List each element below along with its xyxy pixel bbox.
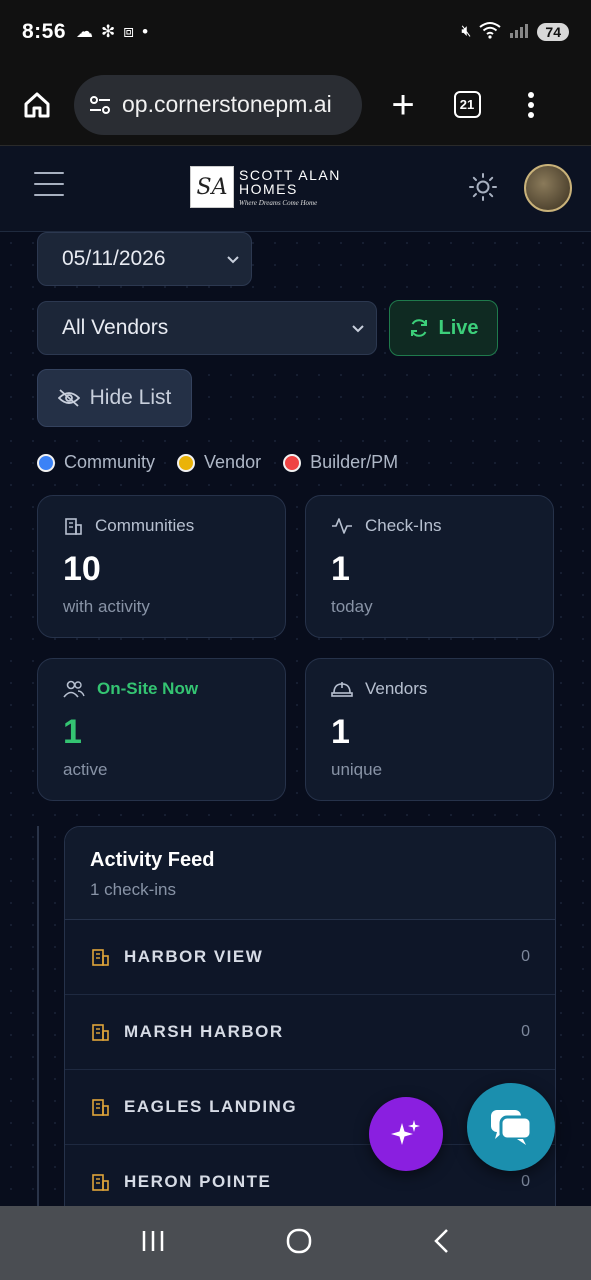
activity-pulse-icon (332, 518, 352, 534)
fan-icon: ✻ (101, 22, 116, 41)
hard-hat-icon (331, 682, 353, 697)
legend-vendor: Vendor (177, 452, 261, 473)
stat-title: Vendors (365, 679, 428, 698)
feed-subtitle: 1 check-ins (90, 880, 176, 899)
stat-value: 1 (331, 550, 350, 588)
home-icon[interactable] (16, 84, 58, 126)
vendor-select[interactable]: All Vendors (37, 301, 377, 355)
feed-title: Activity Feed (90, 849, 215, 871)
hide-list-button[interactable]: Hide List (37, 369, 192, 427)
stat-card-onsite: On-Site Now 1 active (37, 658, 286, 801)
stat-card-communities: Communities 10 with activity (37, 495, 286, 638)
vendor-value: All Vendors (62, 316, 169, 339)
building-icon (92, 949, 109, 966)
brand-line1: SCOTT ALAN (239, 166, 341, 183)
community-name: HARBOR VIEW (124, 947, 264, 966)
user-avatar[interactable] (524, 164, 572, 212)
map-legend: Community Vendor Builder/PM (37, 452, 420, 473)
url-text: op.cornerstonepm.ai (122, 91, 332, 117)
stat-value: 1 (331, 713, 350, 751)
brand-tagline: Where Dreams Come Home (239, 198, 318, 207)
legend-builder: Builder/PM (283, 452, 398, 473)
back-icon[interactable] (432, 1227, 452, 1260)
more-menu-icon[interactable] (508, 82, 554, 128)
refresh-icon (411, 319, 428, 337)
app-header: SA SCOTT ALAN HOMES Where Dreams Come Ho… (0, 146, 591, 232)
stat-subtitle: today (331, 597, 373, 616)
main-content: 05/11/2026 All Vendors Live Hide List Co… (0, 232, 591, 1206)
legend-label: Community (64, 452, 156, 472)
checkin-count: 0 (521, 1173, 530, 1190)
ai-assistant-button[interactable] (369, 1097, 443, 1171)
stat-card-checkins: Check-Ins 1 today (305, 495, 554, 638)
dot-icon: • (142, 22, 149, 41)
checkin-count: 0 (521, 1023, 530, 1040)
legend-dot-yellow (177, 453, 196, 472)
notification-icons: ☁ ✻ ⧈ • (76, 22, 148, 42)
feed-divider-line (37, 826, 39, 1206)
building-icon (92, 1174, 109, 1191)
brand-logo[interactable]: SA SCOTT ALAN HOMES Where Dreams Come Ho… (190, 166, 341, 208)
stat-title: Check-Ins (365, 516, 442, 535)
theme-toggle-sun-icon[interactable] (468, 172, 498, 202)
legend-label: Vendor (204, 452, 262, 472)
recent-apps-icon[interactable] (140, 1228, 166, 1259)
community-name: HERON POINTE (124, 1172, 272, 1191)
chat-bubbles-icon (491, 1110, 533, 1145)
building-icon (65, 518, 82, 535)
legend-dot-red (283, 453, 302, 472)
stat-card-vendors: Vendors 1 unique (305, 658, 554, 801)
status-bar: 8:56 ☁ ✻ ⧈ • 🔇︎ 74 (0, 0, 591, 64)
mute-icon: 🔇︎ (461, 23, 472, 40)
feed-header: Activity Feed 1 check-ins (65, 827, 555, 920)
cloud-icon: ☁ (76, 22, 94, 41)
date-select[interactable]: 05/11/2026 (37, 232, 252, 286)
battery-level: 74 (545, 24, 561, 40)
chevron-down-icon (352, 325, 364, 333)
hide-list-label: Hide List (89, 386, 172, 409)
tab-count: 21 (453, 91, 481, 118)
stat-title: Communities (95, 516, 195, 535)
chat-button[interactable] (467, 1083, 555, 1171)
logo-monogram: SA (190, 166, 234, 208)
stat-value: 10 (63, 550, 101, 588)
legend-label: Builder/PM (310, 452, 399, 472)
live-button[interactable]: Live (389, 300, 498, 356)
live-label: Live (438, 316, 479, 339)
sparkles-icon (391, 1120, 420, 1145)
stat-title: On-Site Now (97, 679, 199, 698)
signal-icon (509, 22, 529, 43)
status-time: 8:56 (22, 20, 67, 43)
browser-toolbar: op.cornerstonepm.ai + 21 (0, 64, 591, 146)
stat-subtitle: with activity (63, 597, 150, 616)
building-icon (92, 1024, 109, 1041)
battery-icon: 74 (537, 23, 569, 41)
tab-switcher-button[interactable]: 21 (444, 82, 490, 128)
legend-dot-blue (37, 453, 55, 472)
system-nav-bar (0, 1206, 591, 1280)
legend-community: Community (37, 452, 155, 473)
stat-subtitle: unique (331, 760, 383, 779)
new-tab-icon[interactable]: + (380, 82, 426, 128)
chevron-down-icon (227, 256, 239, 264)
brand-line2: HOMES (239, 180, 298, 197)
hamburger-menu-icon[interactable] (34, 172, 64, 202)
eye-off-icon (57, 389, 80, 407)
users-icon (63, 680, 85, 698)
community-name: MARSH HARBOR (124, 1022, 284, 1041)
site-settings-icon[interactable] (86, 91, 114, 119)
address-bar[interactable]: op.cornerstonepm.ai (74, 74, 362, 135)
stat-value: 1 (63, 713, 82, 751)
building-icon (92, 1099, 109, 1116)
stat-subtitle: active (63, 760, 108, 779)
feed-row[interactable]: MARSH HARBOR 0 (65, 995, 555, 1070)
community-name: EAGLES LANDING (124, 1097, 298, 1116)
screenshot-icon: ⧈ (123, 22, 135, 41)
checkin-count: 0 (521, 948, 530, 965)
home-nav-icon[interactable] (285, 1227, 313, 1260)
feed-row[interactable]: HARBOR VIEW 0 (65, 920, 555, 995)
wifi-icon (479, 21, 502, 44)
date-value: 05/11/2026 (62, 247, 166, 270)
